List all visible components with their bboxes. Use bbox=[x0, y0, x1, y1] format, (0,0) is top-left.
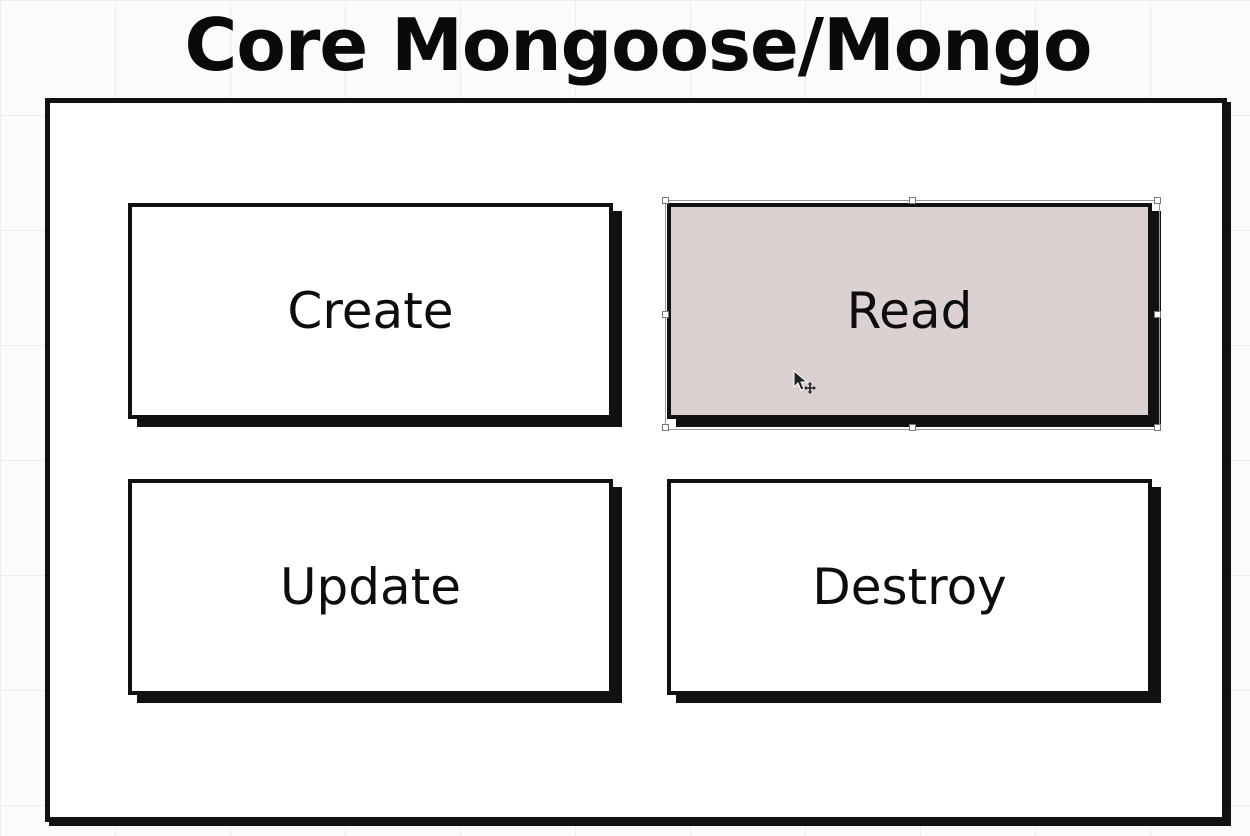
page-title: Core Mongoose/Mongo bbox=[184, 3, 1093, 87]
read-label: Read bbox=[846, 282, 973, 340]
read-box[interactable]: Read bbox=[667, 203, 1152, 419]
create-box[interactable]: Create bbox=[128, 203, 613, 419]
destroy-box[interactable]: Destroy bbox=[667, 479, 1152, 695]
update-label: Update bbox=[279, 558, 462, 616]
move-cursor-icon bbox=[793, 369, 816, 394]
destroy-label: Destroy bbox=[812, 558, 1007, 616]
create-label: Create bbox=[287, 282, 454, 340]
update-box[interactable]: Update bbox=[128, 479, 613, 695]
